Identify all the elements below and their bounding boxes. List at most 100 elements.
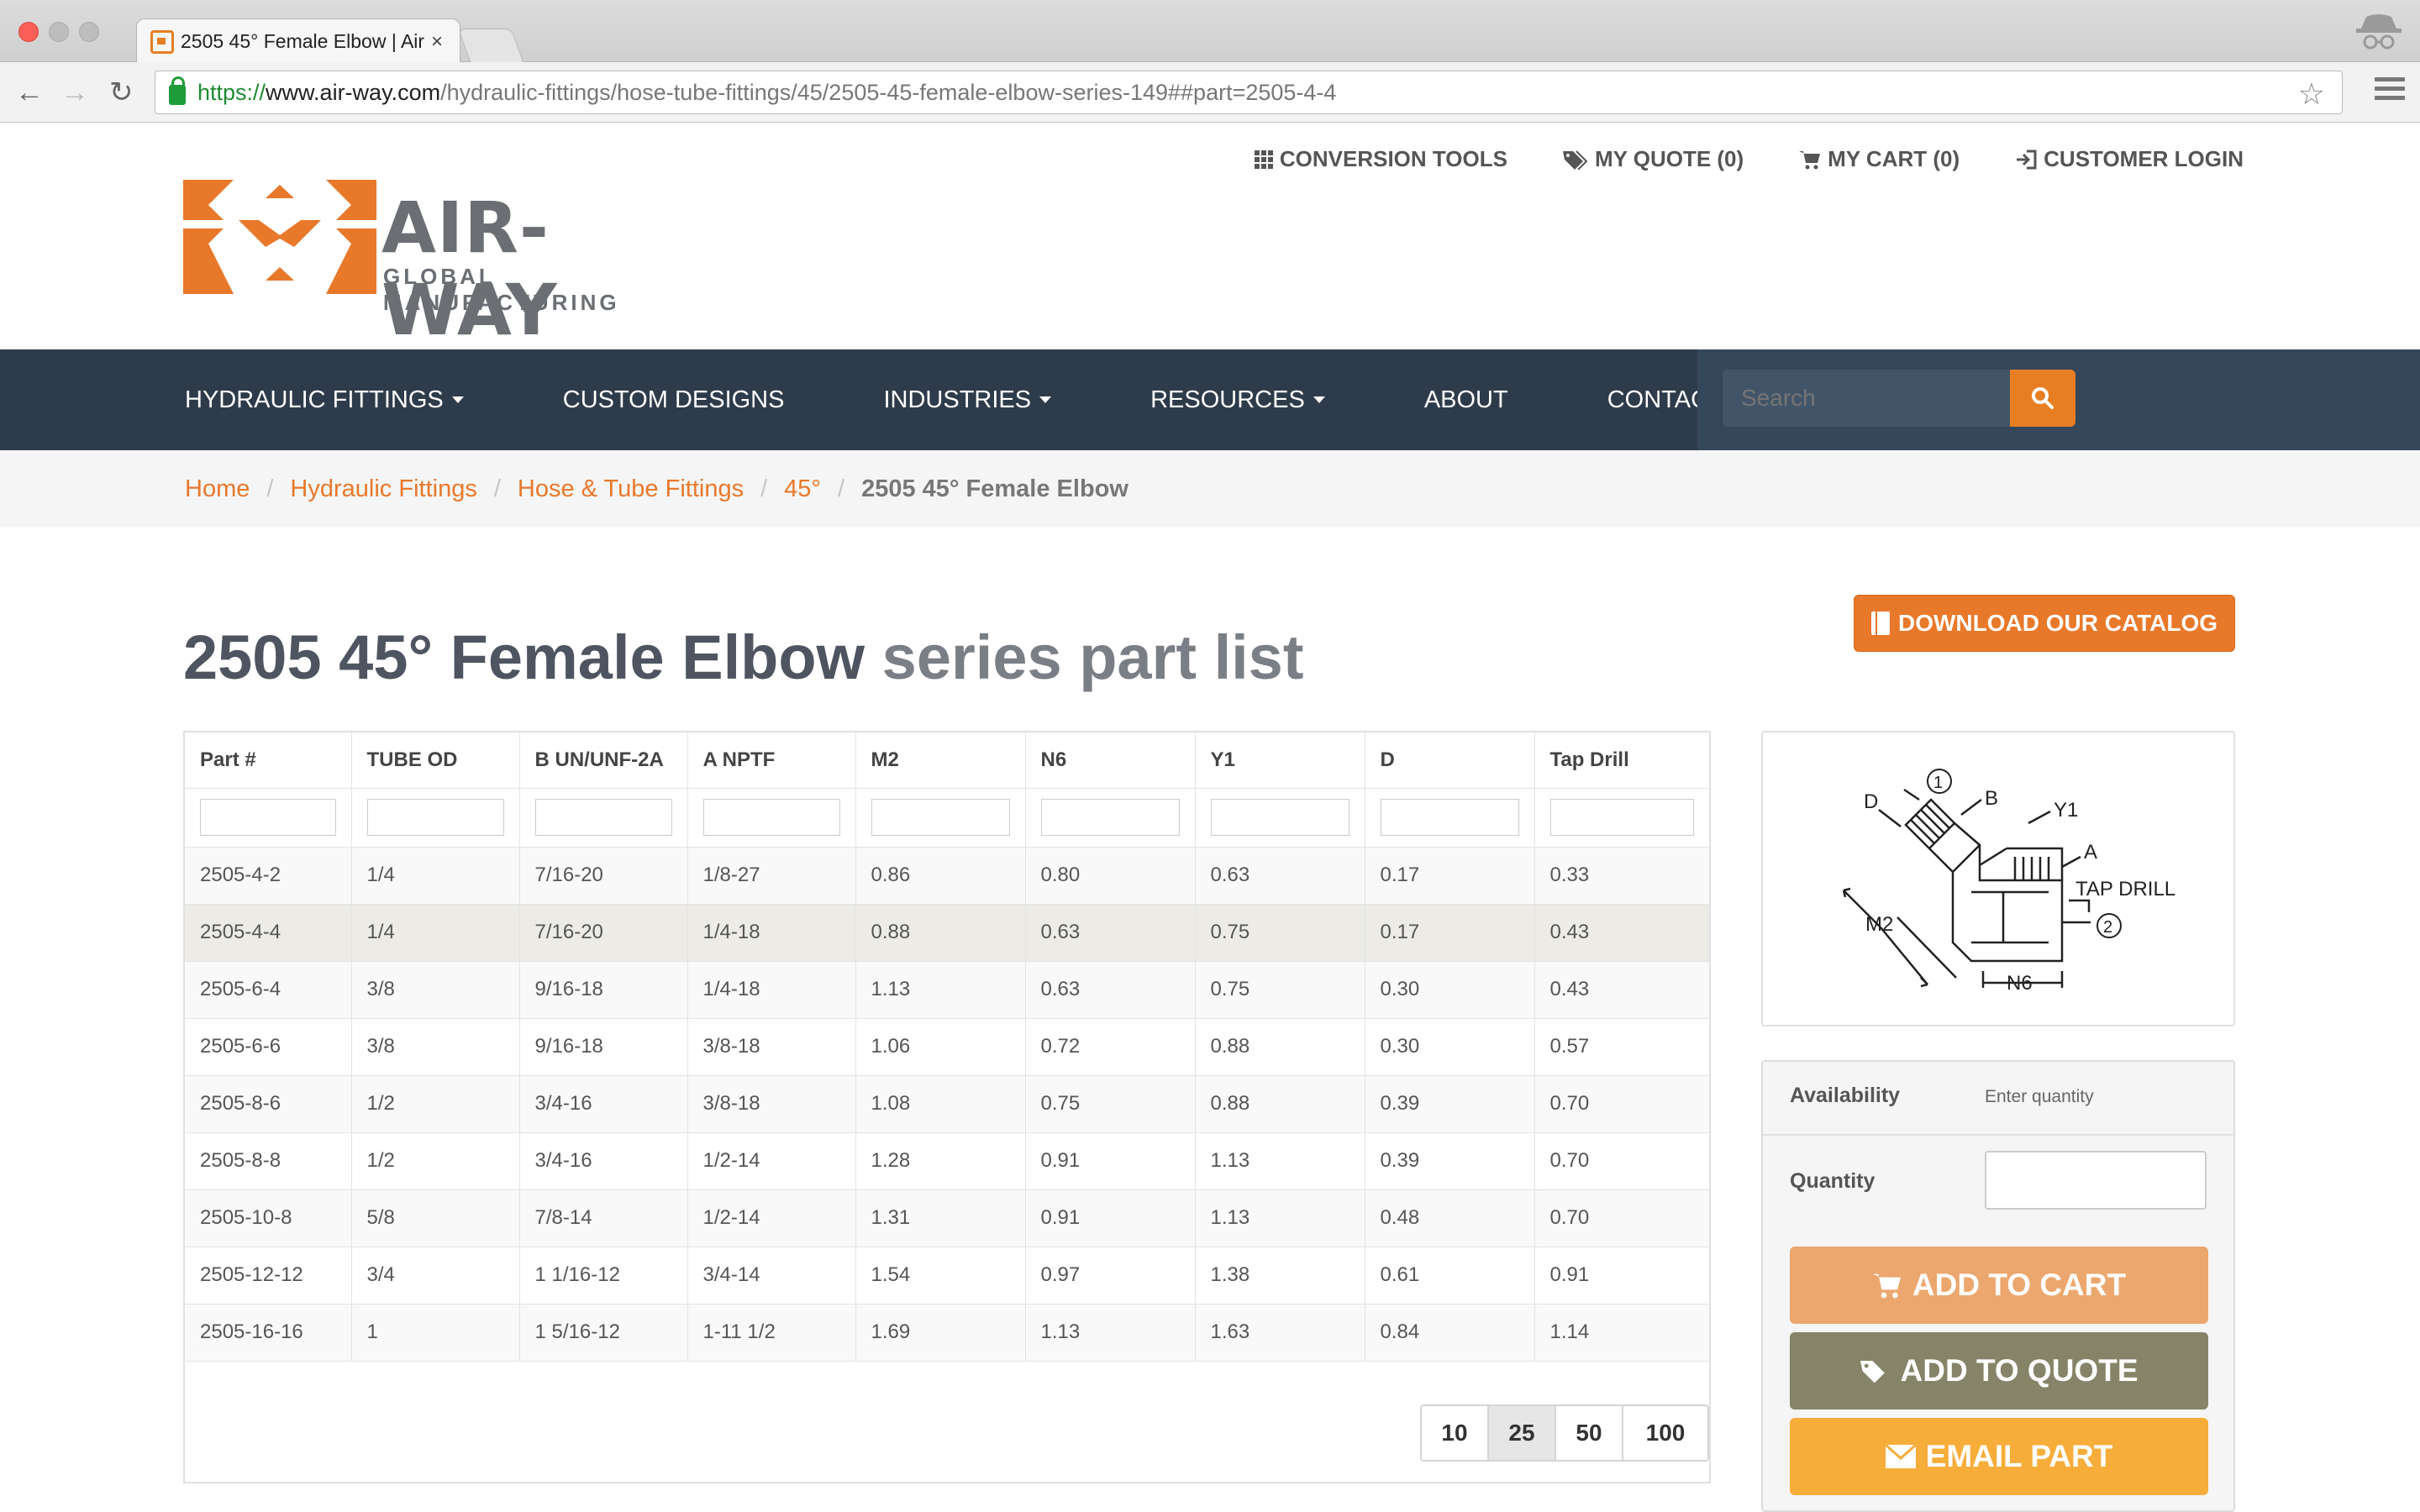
email-part-button[interactable]: EMAIL PART [1790,1418,2208,1495]
table-cell: 1.06 [855,1018,1026,1076]
nav-hydraulic-fittings[interactable]: HYDRAULIC FITTINGS [185,386,464,414]
download-catalog-button[interactable]: DOWNLOAD OUR CATALOG [1854,595,2235,652]
table-cell: 0.43 [1534,961,1709,1019]
minimize-window-button[interactable] [49,22,69,42]
fitting-diagram-panel: D 1 B Y1 A TAP DRILL 2 M2 N6 [1761,731,2235,1026]
grid-icon [1254,150,1273,169]
breadcrumb-separator: / [838,475,845,502]
table-cell: 0.17 [1365,904,1535,962]
table-cell: 2505-8-6 [185,1075,352,1133]
table-cell: 2505-12-12 [185,1247,352,1305]
page-size-10[interactable]: 10 [1422,1406,1489,1460]
table-row[interactable]: 2505-10-8 5/8 7/8-14 1/2-14 1.31 0.91 1.13 0.48… [185,1189,1709,1247]
table-cell: 0.84 [1365,1304,1535,1362]
table-cell: 2505-6-6 [185,1018,352,1076]
table-row[interactable]: 2505-4-2 1/4 7/16-20 1/8-27 0.86 0.80 0.63 0.17… [185,847,1709,905]
new-tab-button[interactable] [457,29,524,62]
filter-input-n6[interactable] [1040,799,1180,836]
page-title-main: 2505 45° Female Elbow [183,622,865,692]
table-row[interactable]: 2505-8-6 1/2 3/4-16 3/8-18 1.08 0.75 0.88 0.39 0… [185,1075,1709,1133]
breadcrumb-hose-tube-fittings[interactable]: Hose & Tube Fittings [518,475,744,503]
table-cell: 2505-4-4 [185,904,352,962]
table-cell: 9/16-18 [519,961,688,1019]
table-header-row: Part # TUBE OD B UN/UNF-2A A NPTF M2 N6 … [185,732,1709,789]
table-cell: 1/4-18 [687,904,856,962]
conversion-tools-link[interactable]: CONVERSION TOOLS [1254,146,1507,172]
nav-about[interactable]: ABOUT [1424,386,1508,414]
table-body: 2505-4-2 1/4 7/16-20 1/8-27 0.86 0.80 0.63 0.17… [185,847,1709,1362]
my-cart-link[interactable]: MY CART (0) [1799,146,1960,172]
air-way-logo[interactable]: AIR-WAY GLOBAL MANUFACTURING [183,180,713,351]
breadcrumb-home[interactable]: Home [185,475,250,503]
search-input[interactable] [1723,370,2013,427]
add-to-quote-button[interactable]: ADD TO QUOTE [1790,1332,2208,1410]
filter-input-part[interactable] [200,799,336,836]
maximize-window-button[interactable] [79,22,99,42]
filter-input-d[interactable] [1380,799,1519,836]
download-catalog-label: DOWNLOAD OUR CATALOG [1897,610,2218,636]
browser-menu-icon[interactable] [2375,77,2405,108]
utility-links: CONVERSION TOOLS MY QUOTE (0) MY CART (0… [1254,146,2244,172]
reload-icon[interactable]: ↻ [109,76,134,109]
page-size-100[interactable]: 100 [1623,1406,1707,1460]
column-header[interactable]: A NPTF [687,732,856,789]
column-header[interactable]: TUBE OD [351,732,520,789]
add-to-cart-button[interactable]: ADD TO CART [1790,1247,2208,1324]
table-row[interactable]: 2505-4-4 1/4 7/16-20 1/4-18 0.88 0.63 0.75 0.17… [185,904,1709,962]
breadcrumb: Home / Hydraulic Fittings / Hose & Tube … [0,450,2420,528]
nav-industries[interactable]: INDUSTRIES [883,386,1052,414]
filter-input-b[interactable] [534,799,672,836]
search-button[interactable] [2010,370,2075,427]
table-cell: 2505-16-16 [185,1304,352,1362]
browser-tab[interactable]: 2505 45° Female Elbow | Air-Way × [136,18,460,64]
filter-input-y1[interactable] [1210,799,1349,836]
tab-close-icon[interactable]: × [431,30,443,54]
address-bar[interactable]: https:// www.air-way.com /hydraulic-fitt… [155,71,2343,114]
column-header[interactable]: Part # [185,732,352,789]
column-header[interactable]: M2 [855,732,1026,789]
back-arrow-icon[interactable]: ← [15,76,44,109]
my-cart-label: MY CART (0) [1828,146,1960,171]
table-row[interactable]: 2505-16-16 1 1 5/16-12 1-11 1/2 1.69 1.13 1.63… [185,1304,1709,1362]
filter-input-tap-drill[interactable] [1549,799,1694,836]
table-cell: 1-11 1/2 [687,1304,856,1362]
table-cell: 0.91 [1534,1247,1709,1305]
my-quote-label: MY QUOTE (0) [1594,146,1744,171]
forward-arrow-icon[interactable]: → [60,76,89,109]
table-row[interactable]: 2505-6-6 3/8 9/16-18 3/8-18 1.06 0.72 0.88 0.30… [185,1018,1709,1076]
column-header[interactable]: Y1 [1195,732,1365,789]
filter-input-a[interactable] [702,799,840,836]
table-cell: 0.63 [1195,847,1365,905]
table-cell: 3/8 [351,961,520,1019]
breadcrumb-45[interactable]: 45° [784,475,821,503]
caret-down-icon [1039,396,1052,403]
customer-login-link[interactable]: CUSTOMER LOGIN [2015,146,2244,172]
bookmark-star-icon[interactable]: ☆ [2298,76,2325,112]
column-header[interactable]: D [1365,732,1535,789]
url-scheme: https:// [197,79,266,105]
cart-icon [1799,150,1821,169]
column-header[interactable]: N6 [1025,732,1196,789]
table-row[interactable]: 2505-12-12 3/4 1 1/16-12 3/4-14 1.54 0.97 1.38… [185,1247,1709,1305]
table-cell: 2505-10-8 [185,1189,352,1247]
close-window-button[interactable] [18,22,39,42]
table-cell: 2505-6-4 [185,961,352,1019]
filter-input-m2[interactable] [871,799,1010,836]
nav-custom-designs[interactable]: CUSTOM DESIGNS [563,386,785,414]
diagram-label-d: D [1864,790,1878,813]
table-row[interactable]: 2505-8-8 1/2 3/4-16 1/2-14 1.28 0.91 1.13 0.39 0… [185,1132,1709,1190]
page-size-50[interactable]: 50 [1556,1406,1623,1460]
table-cell: 3/8 [351,1018,520,1076]
breadcrumb-hydraulic-fittings[interactable]: Hydraulic Fittings [290,475,476,503]
table-row[interactable]: 2505-6-4 3/8 9/16-18 1/4-18 1.13 0.63 0.75 0.30… [185,961,1709,1019]
column-header[interactable]: B UN/UNF-2A [519,732,688,789]
column-header[interactable]: Tap Drill [1534,732,1709,789]
my-quote-link[interactable]: MY QUOTE (0) [1562,146,1744,172]
table-cell: 1.31 [855,1189,1026,1247]
filter-input-tube-od[interactable] [366,799,504,836]
quantity-input[interactable] [1985,1151,2207,1210]
nav-resources[interactable]: RESOURCES [1150,386,1325,414]
table-cell: 1/2 [351,1075,520,1133]
table-cell: 7/16-20 [519,904,688,962]
page-size-25[interactable]: 25 [1489,1406,1556,1460]
